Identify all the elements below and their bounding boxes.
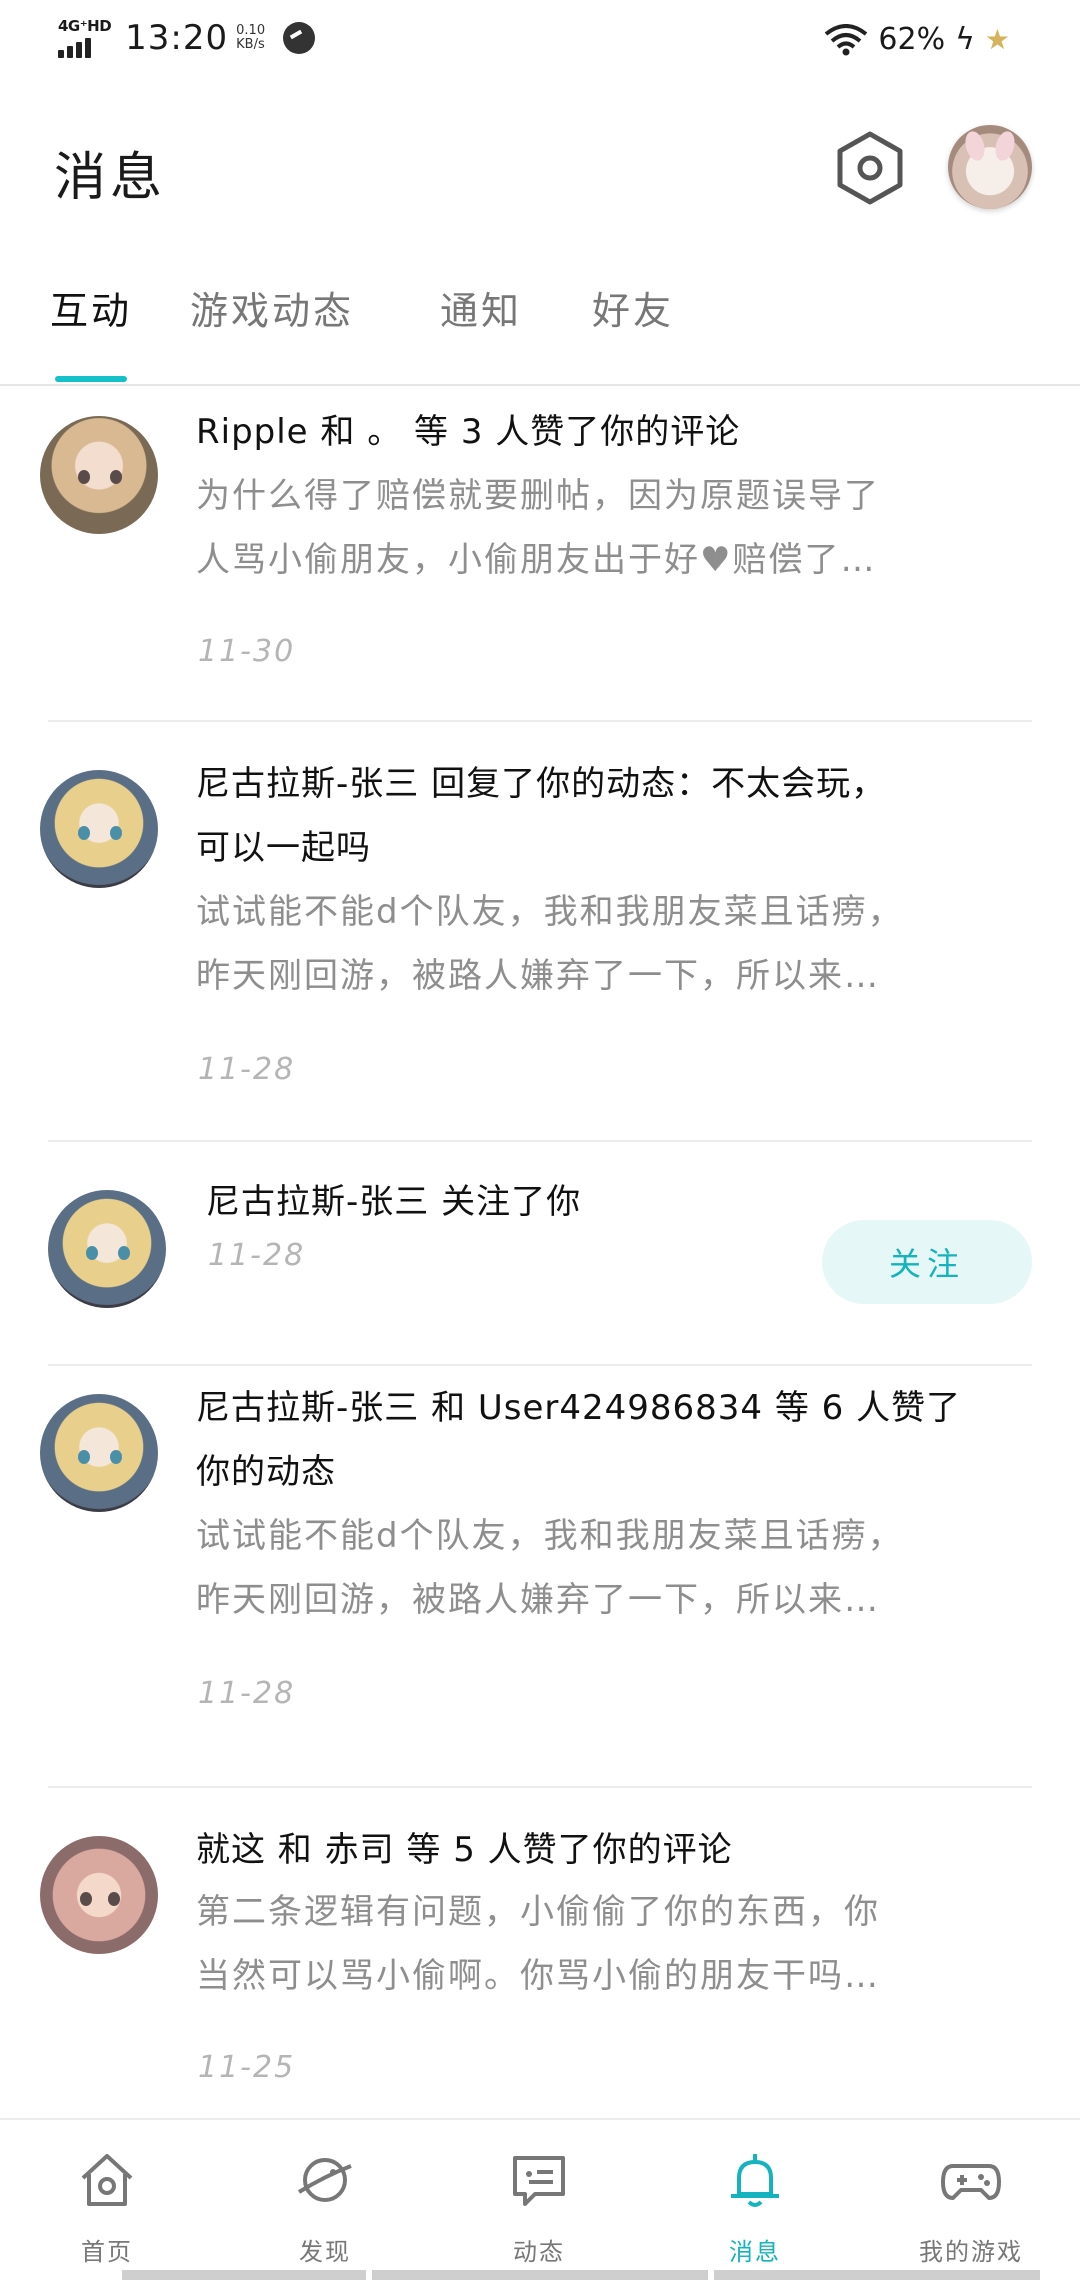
planet-icon	[297, 2158, 352, 2202]
item-date: 11-25	[198, 2050, 296, 2085]
item-preview: 为什么得了赔偿就要删帖，因为原题误导了 人骂小偷朋友，小偷朋友出于好♥赔偿了…	[196, 476, 880, 580]
nav-messages[interactable]: 消息	[680, 2148, 830, 2267]
charging-icon: ϟ	[955, 22, 975, 57]
bottom-nav: 首页 发现 动态 消息 我的游戏	[0, 2118, 1080, 2282]
gesture-bar	[714, 2270, 1040, 2280]
gamepad-icon	[941, 2164, 1001, 2200]
item-date: 11-30	[198, 634, 296, 669]
item-preview: 试试能不能d个队友，我和我朋友菜且话痨， 昨天刚回游，被路人嫌弃了一下，所以来…	[196, 892, 904, 996]
divider	[48, 1140, 1032, 1142]
avatar[interactable]	[40, 770, 158, 888]
status-bar: 4G⁺HD 13:20 0.10 KB/s 62% ϟ ★	[0, 0, 1080, 80]
clock: 13:20	[125, 18, 229, 58]
item-date: 11-28	[208, 1238, 306, 1273]
item-preview: 第二条逻辑有问题，小偷偷了你的东西，你 当然可以骂小偷啊。你骂小偷的朋友干吗…	[196, 1892, 880, 1996]
avatar[interactable]	[48, 1190, 166, 1308]
gesture-bar	[122, 2270, 366, 2280]
nav-home[interactable]: 首页	[32, 2148, 182, 2267]
network-type: 4G⁺HD	[58, 17, 112, 35]
follow-button[interactable]: 关注	[822, 1220, 1032, 1304]
avatar[interactable]	[40, 1836, 158, 1954]
nav-discover[interactable]: 发现	[250, 2148, 400, 2267]
item-title: 尼古拉斯-张三 和 User424986834 等 6 人赞了 你的动态	[196, 1388, 962, 1492]
item-title: 尼古拉斯-张三 回复了你的动态：不太会玩， 可以一起吗	[196, 764, 887, 868]
active-tab-indicator	[55, 376, 127, 382]
net-speed: 0.10 KB/s	[236, 23, 266, 52]
app-notification-icon	[283, 22, 316, 54]
chat-bubble-icon	[513, 2156, 565, 2206]
tab-game-updates[interactable]: 游戏动态	[190, 280, 354, 335]
battery-star-icon: ★	[984, 23, 1010, 56]
avatar[interactable]	[40, 1394, 158, 1512]
tab-notifications[interactable]: 通知	[440, 280, 522, 335]
tab-interaction[interactable]: 互动	[50, 280, 132, 335]
item-title: Ripple 和 。 等 3 人赞了你的评论	[196, 412, 741, 452]
avatar[interactable]	[40, 416, 158, 534]
gesture-bar	[372, 2270, 708, 2280]
bell-icon	[731, 2154, 779, 2207]
settings-icon[interactable]	[834, 130, 906, 206]
user-avatar[interactable]	[948, 125, 1032, 209]
home-icon	[81, 2154, 133, 2206]
item-preview: 试试能不能d个队友，我和我朋友菜且话痨， 昨天刚回游，被路人嫌弃了一下，所以来…	[196, 1516, 904, 1620]
battery-level: 62%	[878, 22, 946, 57]
divider	[48, 720, 1032, 722]
wifi-icon	[825, 23, 868, 55]
item-date: 11-28	[198, 1052, 296, 1087]
divider	[48, 1786, 1032, 1788]
tab-friends[interactable]: 好友	[592, 280, 674, 335]
page-title: 消息	[54, 148, 167, 208]
cell-signal-icon: 4G⁺HD	[58, 17, 112, 58]
nav-my-games[interactable]: 我的游戏	[896, 2148, 1046, 2267]
divider	[0, 384, 1080, 386]
item-title: 就这 和 赤司 等 5 人赞了你的评论	[196, 1830, 733, 1870]
message-tabs: 互动 游戏动态 通知 好友	[0, 280, 1080, 384]
nav-feed[interactable]: 动态	[464, 2148, 614, 2267]
divider	[48, 1364, 1032, 1366]
item-date: 11-28	[198, 1676, 296, 1711]
